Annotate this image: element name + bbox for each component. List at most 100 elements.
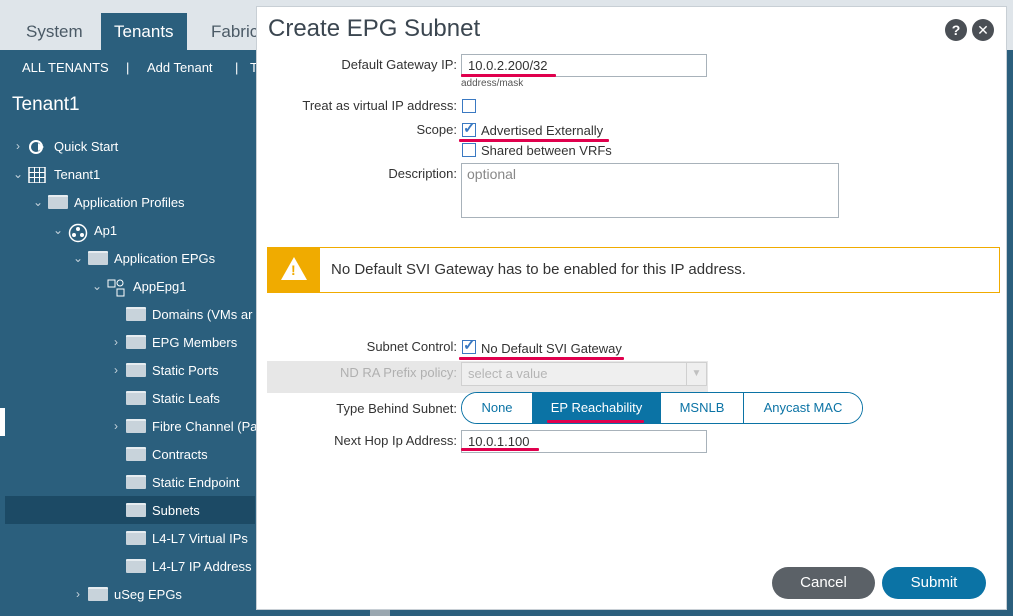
tab-system[interactable]: System — [13, 13, 96, 50]
folder-icon — [48, 195, 68, 209]
submit-button[interactable]: Submit — [882, 567, 986, 599]
folder-icon — [126, 447, 146, 461]
tree-item-static-leafs[interactable]: Static Leafs — [108, 384, 220, 412]
folder-icon — [126, 475, 146, 489]
background-strip — [1007, 50, 1013, 616]
warning-triangle-icon — [281, 257, 307, 280]
tree-label: Tenant1 — [54, 166, 101, 182]
highlight-underline — [461, 74, 556, 77]
type-none-option[interactable]: None — [462, 393, 533, 423]
no-default-svi-gateway-checkbox[interactable] — [462, 336, 476, 354]
tree-item-static-endpoint[interactable]: Static Endpoint — [108, 468, 239, 496]
tree-item-l4l7-virtual-ips[interactable]: L4-L7 Virtual IPs — [108, 524, 248, 552]
folder-icon — [126, 559, 146, 573]
tree-item-application-epgs[interactable]: ⌄ Application EPGs — [70, 244, 215, 272]
warning-banner: No Default SVI Gateway has to be enabled… — [267, 247, 1000, 293]
highlight-underline — [547, 420, 644, 423]
cancel-button[interactable]: Cancel — [772, 567, 875, 599]
epg-icon — [107, 279, 127, 297]
tree-item-ap1[interactable]: ⌄ Ap1 — [50, 216, 117, 244]
chevron-down-icon[interactable]: ⌄ — [50, 223, 66, 237]
tree-label: Application Profiles — [74, 194, 185, 210]
tree-item-l4l7-ip-address[interactable]: L4-L7 IP Address — [108, 552, 252, 580]
chevron-down-icon[interactable]: ⌄ — [30, 195, 46, 209]
tree-label: Fibre Channel (Pa — [152, 418, 258, 434]
advertised-externally-text: Advertised Externally — [481, 123, 604, 138]
tree-label: AppEpg1 — [133, 278, 187, 294]
folder-icon — [126, 307, 146, 321]
type-anycast-mac-option[interactable]: Anycast MAC — [744, 393, 862, 423]
virtual-ip-label: Treat as virtual IP address: — [302, 98, 457, 113]
tree-label: Static Endpoint — [152, 474, 240, 490]
folder-icon — [88, 587, 108, 601]
tree-label: Domains (VMs ar — [152, 306, 253, 322]
subnet-control-label: Subnet Control: — [366, 339, 457, 354]
tree-item-contracts[interactable]: Contracts — [108, 440, 208, 468]
chevron-down-icon: ▼ — [686, 363, 706, 385]
tree-item-fibre-channel[interactable]: › Fibre Channel (Pa — [108, 412, 258, 440]
description-label: Description: — [388, 166, 457, 181]
chevron-right-icon[interactable]: › — [108, 419, 124, 433]
warning-icon-box — [268, 248, 320, 292]
app-profile-icon — [68, 223, 88, 243]
type-ep-reachability-option[interactable]: EP Reachability — [533, 393, 661, 423]
tenant-title: Tenant1 — [12, 94, 80, 115]
tree-label: uSeg EPGs — [114, 586, 182, 602]
highlight-underline — [461, 448, 539, 451]
help-icon[interactable]: ? — [945, 19, 967, 41]
tree-label: L4-L7 Virtual IPs — [152, 530, 248, 546]
chevron-down-icon[interactable]: ⌄ — [70, 251, 86, 265]
tenant-grid-icon — [28, 166, 48, 184]
virtual-ip-checkbox[interactable] — [462, 99, 476, 113]
type-msnlb-option[interactable]: MSNLB — [661, 393, 744, 423]
tree-label: Static Ports — [152, 362, 219, 378]
selection-indicator — [0, 408, 5, 436]
scope-label: Scope: — [416, 122, 457, 137]
tree-label: Static Leafs — [152, 390, 220, 406]
folder-icon — [126, 363, 146, 377]
type-behind-subnet-toggle: None EP Reachability MSNLB Anycast MAC — [461, 392, 863, 424]
shared-vrfs-text: Shared between VRFs — [481, 143, 612, 158]
folder-icon — [126, 531, 146, 545]
tree-label: Contracts — [152, 446, 208, 462]
advertised-externally-checkbox[interactable] — [462, 119, 476, 137]
tree-label: Application EPGs — [114, 250, 216, 266]
all-tenants-link[interactable]: ALL TENANTS — [22, 60, 109, 75]
tree-item-domains[interactable]: Domains (VMs ar — [108, 300, 252, 328]
folder-icon — [126, 503, 146, 517]
next-hop-label: Next Hop Ip Address: — [334, 433, 457, 448]
tree-item-useg-epgs[interactable]: › uSeg EPGs — [70, 580, 182, 608]
tree-label: Ap1 — [94, 222, 118, 238]
chevron-right-icon[interactable]: › — [10, 139, 26, 153]
chevron-down-icon[interactable]: ⌄ — [10, 167, 26, 181]
dialog-title: Create EPG Subnet — [268, 15, 481, 42]
warning-text: No Default SVI Gateway has to be enabled… — [331, 261, 746, 278]
folder-icon — [126, 419, 146, 433]
nd-ra-label: ND RA Prefix policy: — [339, 365, 457, 380]
folder-icon — [88, 251, 108, 265]
tree-label: Quick Start — [54, 138, 119, 154]
chevron-right-icon[interactable]: › — [108, 363, 124, 377]
create-epg-subnet-dialog: Create EPG Subnet ? ✕ Default Gateway IP… — [256, 6, 1007, 610]
tree-item-epg-members[interactable]: › EPG Members — [108, 328, 237, 356]
tab-tenants[interactable]: Tenants — [101, 13, 187, 50]
tree-item-subnets[interactable]: Subnets — [5, 496, 255, 524]
tree-label: EPG Members — [152, 334, 238, 350]
close-icon[interactable]: ✕ — [972, 19, 994, 41]
quick-start-icon — [28, 139, 48, 154]
description-textarea[interactable]: optional — [461, 163, 839, 218]
tree-item-quick-start[interactable]: › Quick Start — [10, 132, 118, 160]
gateway-ip-hint: address/mask — [461, 78, 524, 89]
chevron-right-icon[interactable]: › — [70, 587, 86, 601]
type-behind-subnet-label: Type Behind Subnet: — [336, 401, 457, 416]
add-tenant-link[interactable]: Add Tenant — [147, 60, 213, 75]
shared-vrfs-checkbox[interactable] — [462, 143, 476, 157]
chevron-right-icon[interactable]: › — [108, 335, 124, 349]
folder-icon — [126, 391, 146, 405]
tree-item-static-ports[interactable]: › Static Ports — [108, 356, 218, 384]
tree-item-appepg1[interactable]: ⌄ AppEpg1 — [89, 272, 187, 300]
tree-item-tenant1[interactable]: ⌄ Tenant1 — [10, 160, 100, 188]
tree-item-application-profiles[interactable]: ⌄ Application Profiles — [30, 188, 185, 216]
chevron-down-icon[interactable]: ⌄ — [89, 279, 105, 293]
tree-label: L4-L7 IP Address — [152, 558, 252, 574]
